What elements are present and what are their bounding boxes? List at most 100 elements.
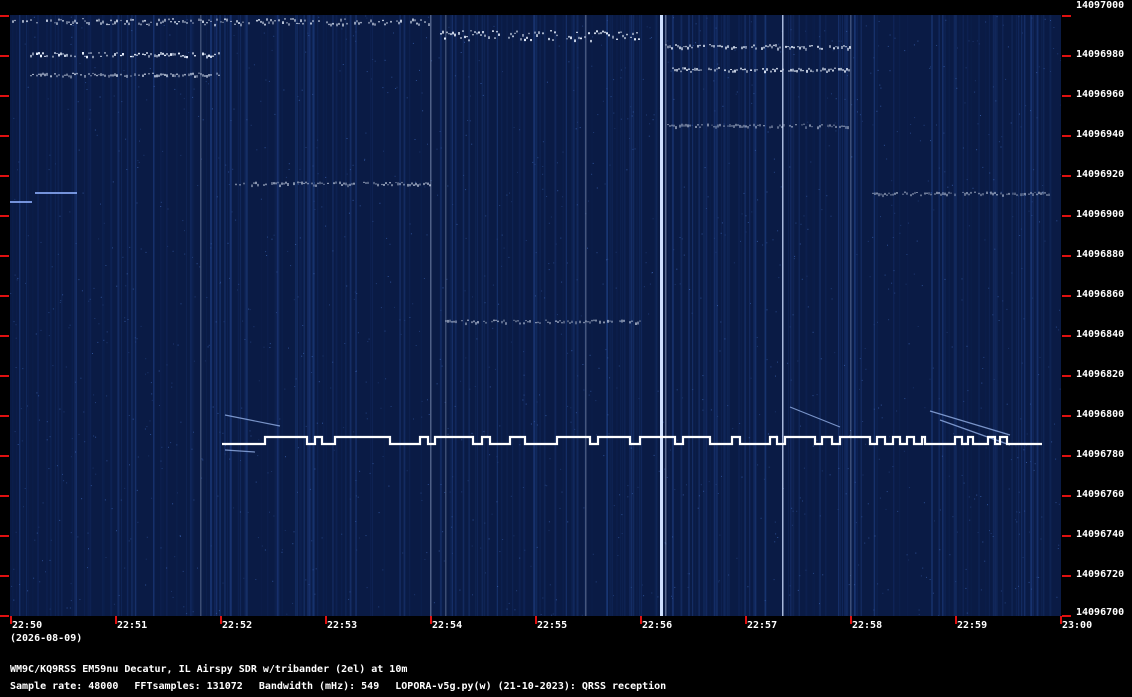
frequency-tick-left xyxy=(0,295,9,297)
signal-band xyxy=(1020,193,1022,197)
signal-band xyxy=(982,193,984,196)
noise-speck xyxy=(72,25,74,26)
signal-band xyxy=(675,44,677,46)
noise-speck xyxy=(249,309,251,311)
signal-band xyxy=(310,22,312,25)
noise-speck xyxy=(511,201,513,203)
noise-speck xyxy=(19,584,21,585)
noise-streak xyxy=(632,15,635,616)
signal-band xyxy=(68,75,70,78)
noise-speck xyxy=(910,124,912,125)
noise-speck xyxy=(615,287,617,289)
noise-speck xyxy=(421,400,423,402)
noise-speck xyxy=(774,411,776,413)
frequency-tick-left xyxy=(0,135,9,137)
noise-speck xyxy=(882,592,884,594)
signal-band xyxy=(742,69,744,71)
noise-speck xyxy=(519,444,521,446)
frequency-tick-left xyxy=(0,175,9,177)
noise-speck xyxy=(955,581,957,583)
noise-speck xyxy=(330,387,332,389)
noise-speck xyxy=(703,490,705,492)
noise-speck xyxy=(913,44,915,46)
noise-speck xyxy=(798,96,800,98)
signal-band xyxy=(248,22,250,25)
signal-band xyxy=(841,46,843,49)
noise-speck xyxy=(705,208,707,209)
noise-streak xyxy=(296,15,298,616)
noise-speck xyxy=(197,567,198,569)
noise-speck xyxy=(732,428,734,430)
noise-speck xyxy=(321,206,323,208)
noise-speck xyxy=(471,143,473,145)
noise-speck xyxy=(150,382,152,384)
noise-speck xyxy=(549,584,551,586)
signal-band xyxy=(180,55,182,58)
signal-band xyxy=(210,20,212,22)
noise-speck xyxy=(492,327,494,329)
noise-speck xyxy=(952,516,954,518)
noise-speck xyxy=(750,303,751,304)
noise-speck xyxy=(48,335,50,337)
noise-streak xyxy=(215,15,217,616)
noise-speck xyxy=(139,140,140,142)
noise-streak xyxy=(565,15,567,616)
noise-speck xyxy=(467,480,469,482)
noise-speck xyxy=(93,287,95,289)
signal-band xyxy=(66,53,68,57)
frequency-tick-left xyxy=(0,495,9,497)
noise-speck xyxy=(1030,403,1031,405)
signal-band xyxy=(561,322,563,324)
noise-speck xyxy=(632,111,634,113)
signal-band xyxy=(671,124,673,127)
noise-speck xyxy=(701,233,703,235)
signal-band xyxy=(102,20,104,24)
noise-speck xyxy=(510,495,512,497)
noise-speck xyxy=(420,492,422,494)
noise-speck xyxy=(267,236,268,238)
signal-band xyxy=(206,22,208,24)
signal-band xyxy=(637,321,639,325)
noise-speck xyxy=(789,594,791,596)
signal-band xyxy=(776,67,778,70)
noise-speck xyxy=(861,379,863,381)
signal-band xyxy=(524,38,526,42)
noise-speck xyxy=(710,409,712,411)
noise-speck xyxy=(880,87,882,89)
noise-speck xyxy=(216,196,218,198)
signal-band xyxy=(568,35,570,38)
noise-speck xyxy=(927,180,929,182)
noise-speck xyxy=(653,454,655,456)
noise-speck xyxy=(879,84,881,86)
noise-speck xyxy=(40,329,42,331)
noise-speck xyxy=(70,532,72,534)
signal-band xyxy=(801,46,803,48)
noise-speck xyxy=(1028,210,1030,212)
signal-band xyxy=(473,320,475,323)
signal-band xyxy=(678,68,680,70)
noise-speck xyxy=(242,320,244,322)
noise-speck xyxy=(449,491,451,493)
noise-speck xyxy=(50,539,52,541)
frequency-tick-right xyxy=(1062,415,1071,417)
noise-speck xyxy=(249,430,251,432)
signal-band xyxy=(491,320,493,323)
signal-band xyxy=(510,32,512,36)
signal-band xyxy=(46,19,48,22)
signal-band xyxy=(793,46,795,49)
noise-speck xyxy=(171,382,173,384)
noise-speck xyxy=(525,240,527,241)
signal-band xyxy=(1034,191,1036,193)
noise-speck xyxy=(677,439,679,441)
signal-band xyxy=(525,320,527,322)
noise-speck xyxy=(89,109,91,111)
noise-speck xyxy=(714,110,716,112)
noise-speck xyxy=(561,281,563,283)
noise-speck xyxy=(567,521,569,523)
signal-band xyxy=(809,45,811,47)
noise-speck xyxy=(233,35,235,36)
noise-streak xyxy=(22,15,24,616)
noise-streak xyxy=(245,15,248,616)
noise-speck xyxy=(956,87,958,89)
noise-speck xyxy=(908,559,910,561)
